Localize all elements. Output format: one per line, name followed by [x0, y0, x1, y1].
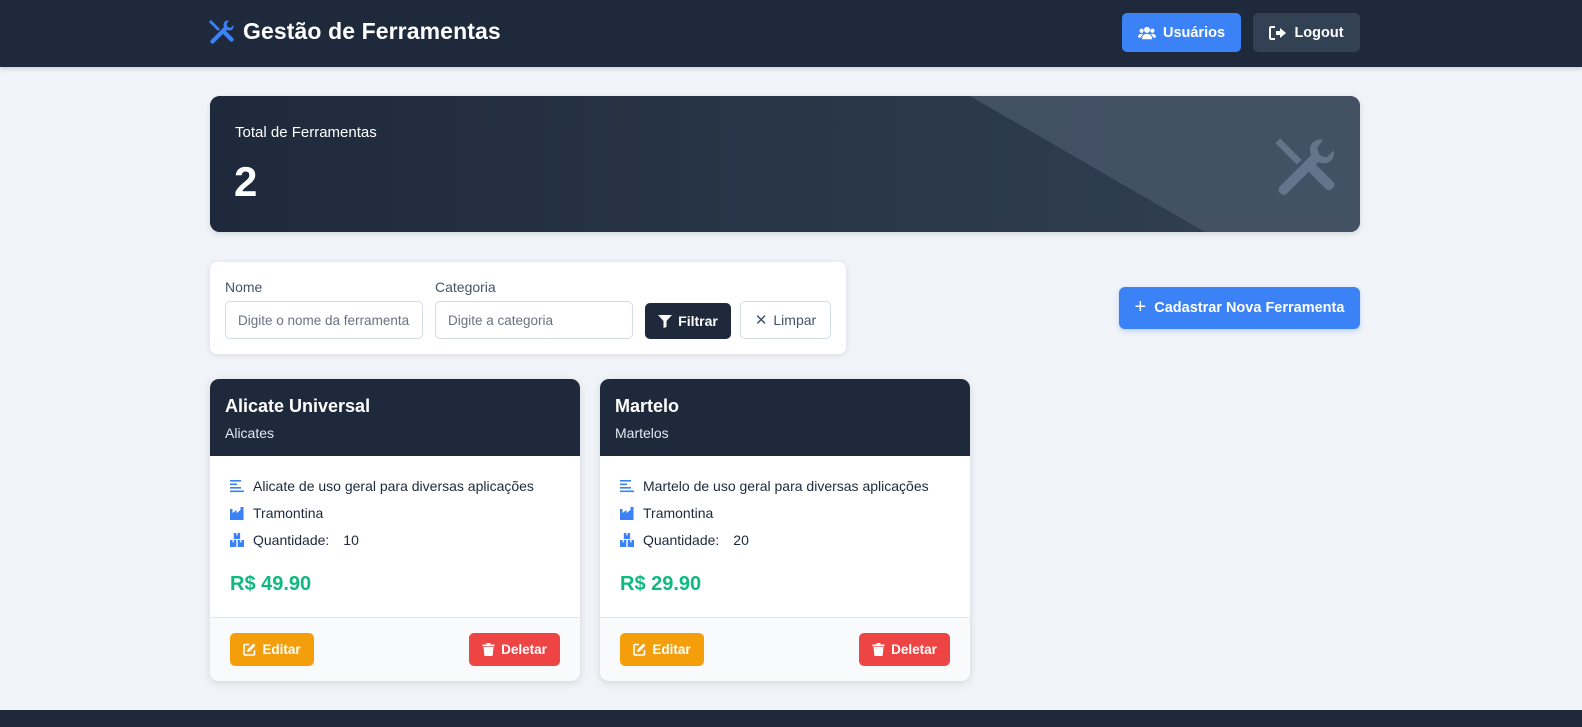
brand[interactable]: Gestão de Ferramentas	[208, 18, 501, 45]
name-filter-input[interactable]	[225, 301, 423, 339]
brand-title: Gestão de Ferramentas	[243, 18, 501, 44]
tool-card-header: Alicate Universal Alicates	[210, 379, 580, 456]
tool-card: Alicate Universal Alicates Alicate de us…	[210, 379, 580, 681]
tool-quantity-value: 10	[343, 532, 359, 548]
add-tool-button[interactable]: + Cadastrar Nova Ferramenta	[1119, 287, 1360, 329]
boxes-icon	[620, 533, 634, 547]
boxes-icon	[230, 533, 244, 547]
tool-card-footer: Editar Deletar	[210, 617, 580, 681]
category-filter-input[interactable]	[435, 301, 633, 339]
delete-button[interactable]: Deletar	[859, 633, 950, 666]
industry-icon	[620, 507, 634, 520]
tool-category: Alicates	[225, 425, 275, 441]
tool-manufacturer: Tramontina	[253, 505, 324, 521]
trash-icon	[872, 643, 885, 656]
total-tools-card: Total de Ferramentas 2	[210, 96, 1360, 232]
tool-manufacturer: Tramontina	[643, 505, 714, 521]
delete-button[interactable]: Deletar	[469, 633, 560, 666]
tool-price: R$ 49.90	[230, 573, 312, 595]
stats-card-background	[210, 96, 1360, 232]
edit-icon	[633, 643, 646, 656]
total-tools-value: 2	[234, 158, 258, 205]
tool-description-row: Martelo de uso geral para diversas aplic…	[620, 478, 929, 494]
tool-quantity-label: Quantidade:	[253, 532, 330, 548]
users-button-label: Usuários	[1162, 24, 1226, 41]
filter-icon	[658, 314, 673, 328]
tool-category: Martelos	[615, 425, 669, 441]
edit-button[interactable]: Editar	[230, 633, 314, 666]
logout-icon	[1269, 25, 1287, 40]
add-tool-button-label: Cadastrar Nova Ferramenta	[1154, 300, 1345, 316]
tools-icon	[1275, 138, 1335, 196]
clear-button[interactable]: ✕ Limpar	[740, 301, 831, 339]
filter-button-label: Filtrar	[678, 313, 718, 329]
tool-manufacturer-row: Tramontina	[230, 505, 323, 521]
filter-button[interactable]: Filtrar	[645, 303, 731, 339]
tool-name: Martelo	[615, 396, 680, 416]
delete-button-label: Deletar	[891, 642, 937, 657]
total-tools-label: Total de Ferramentas	[235, 124, 377, 141]
tool-price: R$ 29.90	[620, 573, 702, 595]
logout-button[interactable]: Logout	[1253, 13, 1360, 52]
name-filter-label: Nome	[225, 279, 263, 295]
tool-quantity-row: Quantidade: 20	[620, 532, 749, 548]
tool-card-footer: Editar Deletar	[600, 617, 970, 681]
tool-manufacturer-row: Tramontina	[620, 505, 713, 521]
edit-button[interactable]: Editar	[620, 633, 704, 666]
edit-icon	[243, 643, 256, 656]
edit-button-label: Editar	[652, 642, 691, 657]
tool-description: Alicate de uso geral para diversas aplic…	[253, 478, 534, 494]
page-footer	[0, 710, 1582, 727]
tool-quantity-row: Quantidade: 10	[230, 532, 359, 548]
tool-description: Martelo de uso geral para diversas aplic…	[643, 478, 929, 494]
navbar: Gestão de Ferramentas Usuários Logout	[0, 0, 1582, 67]
industry-icon	[230, 507, 244, 520]
category-filter-label: Categoria	[435, 279, 496, 295]
tool-card-header: Martelo Martelos	[600, 379, 970, 456]
align-left-icon	[230, 480, 244, 493]
tool-quantity-label: Quantidade:	[643, 532, 720, 548]
users-button[interactable]: Usuários	[1122, 13, 1241, 52]
plus-icon: +	[1134, 296, 1147, 318]
delete-button-label: Deletar	[501, 642, 547, 657]
users-icon	[1137, 26, 1156, 39]
edit-button-label: Editar	[262, 642, 301, 657]
tool-description-row: Alicate de uso geral para diversas aplic…	[230, 478, 534, 494]
tool-card: Martelo Martelos Martelo de uso geral pa…	[600, 379, 970, 681]
logout-button-label: Logout	[1294, 24, 1344, 41]
tool-name: Alicate Universal	[225, 396, 371, 416]
filter-form: Nome Categoria Filtrar ✕ Limpar	[210, 262, 846, 354]
close-icon: ✕	[754, 311, 768, 329]
trash-icon	[482, 643, 495, 656]
tools-icon	[209, 19, 234, 44]
tool-quantity-value: 20	[733, 532, 749, 548]
clear-button-label: Limpar	[773, 312, 817, 328]
align-left-icon	[620, 480, 634, 493]
